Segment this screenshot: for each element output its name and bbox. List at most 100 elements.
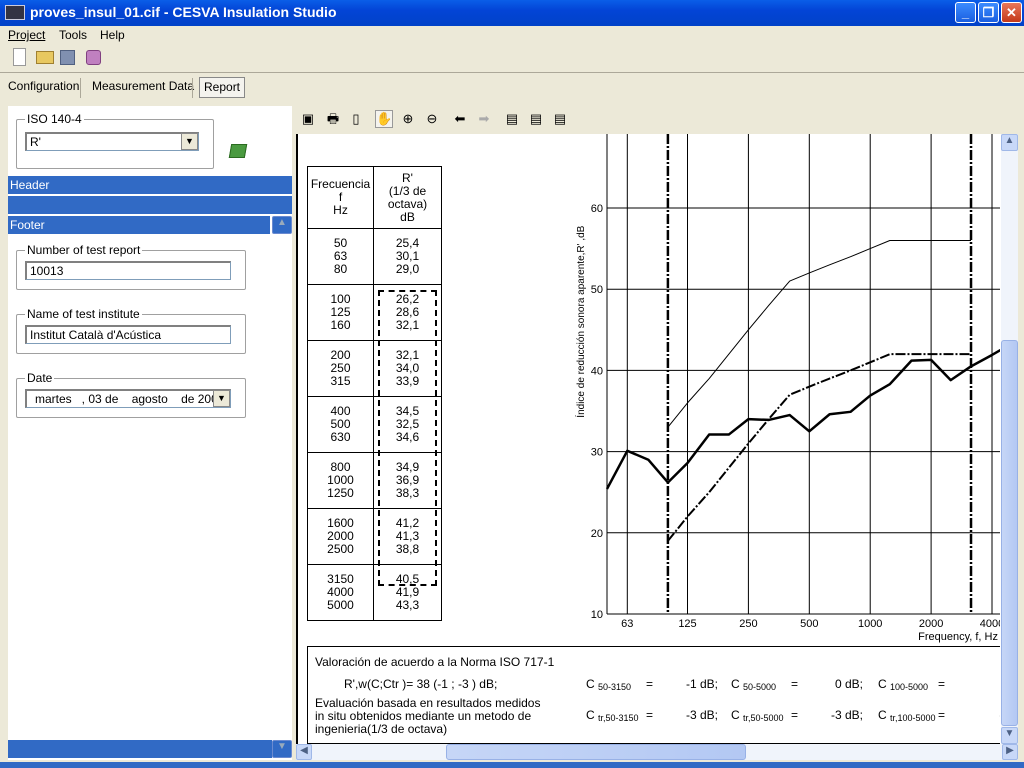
freq-cell: 1600 2000 2500 [307, 508, 374, 565]
scroll-down-button[interactable]: ▼ [272, 740, 292, 758]
y-tick-label: 20 [591, 528, 603, 540]
print-icon[interactable]: 🖶 [324, 110, 342, 128]
forward-arrow-icon[interactable]: ➡ [475, 110, 493, 128]
left-panel: ISO 140-4 R' ▼ Header Footer ▲ Number of… [8, 106, 292, 760]
maximize-button[interactable]: ❐ [978, 2, 999, 23]
menu-help[interactable]: Help [100, 28, 125, 42]
coefficient-term: C 50-5000 [731, 677, 777, 692]
freq-cell: 800 1000 1250 [307, 452, 374, 509]
date-group: Date martes , 03 de agosto de 2004 ▼ [16, 371, 246, 418]
coefficient-term: C tr,50-3150 [586, 708, 639, 723]
x-tick-label: 500 [800, 618, 818, 630]
freq-cell: 100 125 160 [307, 284, 374, 341]
series-measured [605, 348, 1000, 490]
x-tick-label: 125 [678, 618, 696, 630]
zoom-in-icon[interactable]: ⊕ [399, 110, 417, 128]
date-picker[interactable]: martes , 03 de agosto de 2004 [25, 389, 231, 408]
tab-configuration[interactable]: Configuration [4, 77, 83, 98]
coefficient-term: C tr,50-5000 [731, 708, 784, 723]
header-section[interactable]: Header [8, 176, 292, 194]
scroll-up-button[interactable]: ▲ [1001, 134, 1018, 151]
equals-sign: = [646, 708, 654, 722]
y-tick-label: 50 [591, 284, 603, 296]
book-icon[interactable] [86, 50, 101, 65]
equals-sign: = [938, 677, 946, 691]
scroll-up-button[interactable]: ▲ [272, 216, 292, 234]
coefficient-term: C 50-3150 [586, 677, 632, 692]
save-icon[interactable]: ▣ [299, 110, 317, 128]
title-bar: proves_insul_01.cif - CESVA Insulation S… [0, 0, 1024, 26]
freq-cell: 200 250 315 [307, 340, 374, 397]
rating-value: R',w(C;Ctr )= 38 (-1 ; -3 ) dB; [344, 677, 498, 691]
chevron-down-icon[interactable]: ▼ [181, 133, 198, 150]
vertical-scrollbar[interactable]: ▲ ▼ [1001, 134, 1018, 744]
page-icon[interactable]: ▤ [503, 110, 521, 128]
evaluation-note: Evaluación basada en resultados medidos i… [315, 696, 541, 736]
evaluation-range-box [378, 290, 437, 586]
bottom-section[interactable] [8, 740, 272, 758]
vertical-scroll-thumb[interactable] [1001, 340, 1018, 726]
coefficient-value: 0 [970, 677, 1000, 691]
edit-icon[interactable] [228, 144, 248, 158]
horizontal-scrollbar[interactable]: ◀ ▶ [296, 744, 1018, 760]
save-icon[interactable] [60, 50, 75, 65]
minimize-button[interactable]: _ [955, 2, 976, 23]
app-icon [5, 5, 25, 20]
new-icon[interactable] [13, 48, 26, 66]
freq-cell: 400 500 630 [307, 396, 374, 453]
equals-sign: = [791, 677, 799, 691]
tab-report[interactable]: Report [199, 77, 246, 98]
institute-input[interactable]: Institut Català d'Acústica [25, 325, 231, 344]
standard-group: ISO 140-4 R' ▼ [16, 112, 214, 169]
blank-section[interactable] [8, 196, 292, 214]
scroll-right-button[interactable]: ▶ [1002, 744, 1018, 760]
full-page-icon[interactable]: ▤ [551, 110, 569, 128]
x-tick-label: 63 [621, 618, 633, 630]
status-strip [0, 762, 1024, 768]
tab-measurement-data[interactable]: Measurement Data [88, 77, 198, 98]
window-title: proves_insul_01.cif - CESVA Insulation S… [30, 4, 337, 20]
x-tick-label: 4000 [980, 618, 1000, 630]
coefficient-term: C tr,100-5000 [878, 708, 936, 723]
value-header: R' (1/3 de octava) dB [373, 166, 442, 229]
coefficient-term: C 100-5000 [878, 677, 929, 692]
x-tick-label: 2000 [919, 618, 943, 630]
open-icon[interactable] [36, 51, 54, 64]
date-label: Date [25, 371, 55, 385]
freq-cell: 3150 4000 5000 [307, 564, 374, 621]
horizontal-scroll-thumb[interactable] [446, 744, 746, 760]
y-axis-label: Índice de reducción sonora aparente,R' ,… [574, 225, 587, 417]
report-number-input[interactable]: 10013 [25, 261, 231, 280]
standard-group-label: ISO 140-4 [25, 112, 84, 126]
zoom-out-icon[interactable]: ⊖ [423, 110, 441, 128]
scroll-left-button[interactable]: ◀ [296, 744, 312, 760]
chart: 10 20 30 40 50 60 63 125 250 500 1000 2000 4000 Índic… [574, 134, 1000, 643]
equals-sign: = [938, 708, 946, 722]
series-reference [667, 239, 972, 428]
scroll-down-button[interactable]: ▼ [1001, 727, 1018, 744]
freq-header: Frecuencia f Hz [307, 166, 374, 229]
menu-tools[interactable]: Tools [59, 28, 87, 42]
coefficient-value: -3 [970, 708, 1000, 722]
y-tick-label: 40 [591, 365, 603, 377]
x-tick-label: 250 [739, 618, 757, 630]
coefficient-value: 0 dB; [834, 677, 863, 691]
equals-sign: = [791, 708, 799, 722]
footer-section[interactable]: Footer [8, 216, 270, 234]
menu-project[interactable]: Project [8, 28, 45, 42]
chevron-down-icon[interactable]: ▼ [213, 390, 230, 407]
back-arrow-icon[interactable]: ⬅ [451, 110, 469, 128]
institute-group: Name of test institute Institut Català d… [16, 307, 246, 354]
series-shifted-reference [667, 353, 972, 542]
evaluation-box: Valoración de acuerdo a la Norma ISO 717… [307, 646, 1000, 744]
value-cell: 25,4 30,1 29,0 [373, 228, 442, 285]
page-setup-icon[interactable]: ▯ [347, 110, 365, 128]
y-tick-label: 30 [591, 447, 603, 459]
hand-icon[interactable]: ✋ [375, 110, 393, 128]
close-button[interactable]: ✕ [1001, 2, 1022, 23]
equals-sign: = [646, 677, 654, 691]
x-tick-label: 1000 [858, 618, 882, 630]
x-axis-label: Frequency, f, Hz [918, 631, 998, 643]
standard-select[interactable]: R' [25, 132, 199, 151]
page-width-icon[interactable]: ▤ [527, 110, 545, 128]
